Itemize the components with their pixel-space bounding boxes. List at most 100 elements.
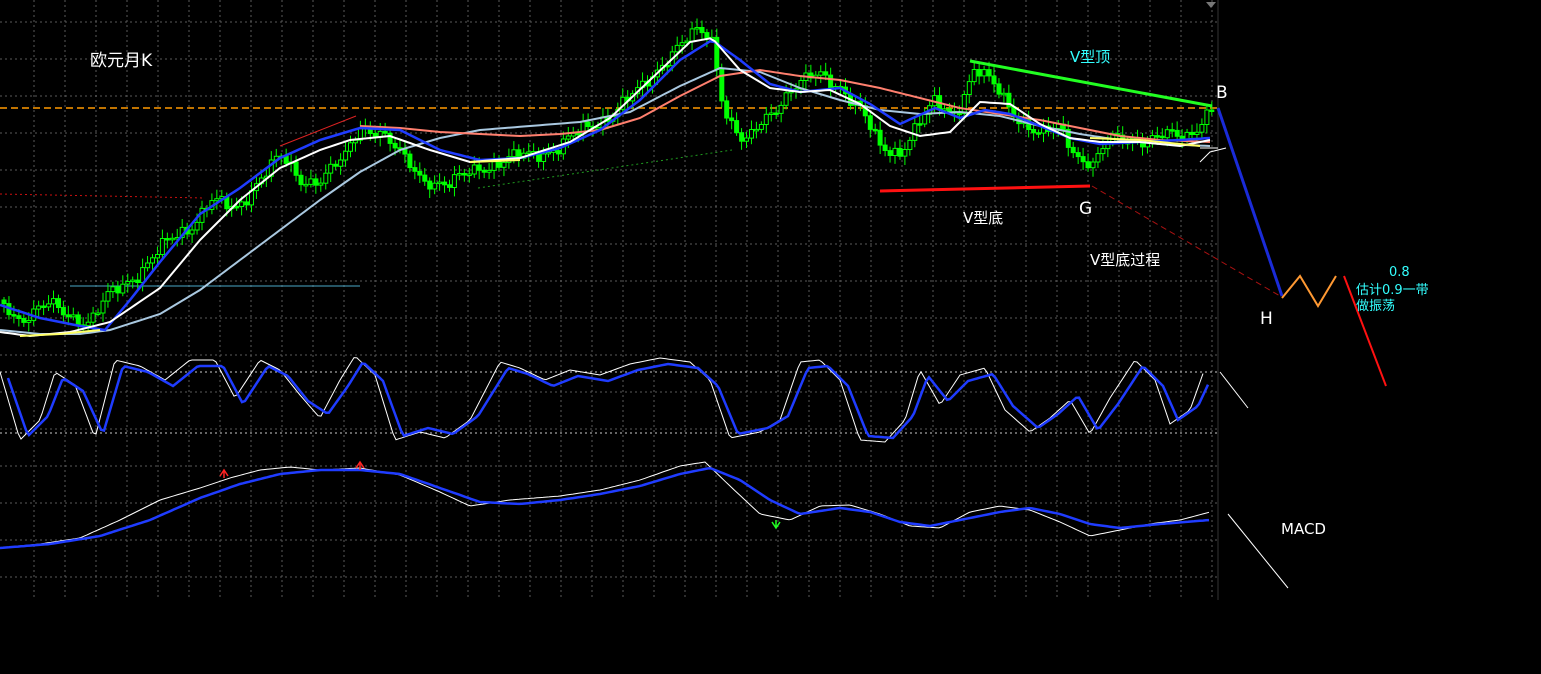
candle-body — [501, 161, 507, 168]
candle-body — [783, 92, 789, 106]
candle-body — [159, 238, 165, 255]
candle-body — [758, 124, 764, 130]
candle-body — [1, 299, 7, 305]
candle-body — [956, 112, 962, 116]
candle-body — [679, 42, 685, 46]
candle-body — [719, 68, 725, 102]
candle-body — [70, 314, 76, 318]
candle-body — [150, 257, 155, 264]
candle-body — [1199, 124, 1205, 133]
candle-body — [1169, 129, 1175, 132]
candle-body — [724, 100, 730, 119]
candle-body — [481, 169, 487, 173]
candle-body — [1080, 156, 1086, 163]
candle-body — [308, 178, 314, 185]
candle-body — [130, 279, 136, 283]
candle-body — [877, 129, 883, 146]
point-b-label: B — [1216, 83, 1228, 103]
candle-body — [85, 321, 91, 327]
candle-body — [1090, 161, 1096, 169]
candle-body — [546, 151, 551, 155]
candle-body — [1075, 152, 1081, 158]
chart-area: 欧元月K V型顶 B V型底 G V型底过程 H 0.8 估计0.9一带 做振荡… — [0, 0, 1541, 670]
candle-body — [555, 150, 561, 155]
candle-body — [313, 178, 319, 186]
candle-body — [595, 127, 601, 130]
candle-body — [194, 221, 200, 231]
point-h-label: H — [1260, 309, 1273, 329]
candle-body — [105, 291, 111, 302]
candle-body — [155, 254, 160, 259]
candle-body — [491, 161, 497, 171]
candle-body — [1036, 132, 1041, 135]
candle-body — [451, 174, 457, 189]
candle-body — [694, 27, 700, 30]
candle-body — [744, 137, 749, 142]
candle-body — [986, 69, 992, 77]
candle-body — [907, 139, 913, 150]
candle-body — [486, 169, 492, 173]
v-bottom-label: V型底 — [963, 209, 1003, 227]
candle-body — [476, 164, 482, 171]
candle-body — [734, 120, 740, 134]
candle-body — [565, 135, 571, 140]
candle-body — [447, 184, 452, 188]
candle-body — [333, 163, 339, 167]
candle-body — [125, 281, 131, 285]
candle-body — [100, 300, 106, 314]
candle-body — [1100, 148, 1106, 155]
candle-body — [902, 149, 908, 157]
candle-body — [887, 150, 893, 157]
candle-body — [971, 69, 977, 83]
candle-body — [976, 69, 982, 77]
candle-body — [466, 173, 472, 176]
candle-body — [674, 44, 680, 53]
candle-body — [343, 150, 349, 161]
candle-body — [947, 108, 952, 112]
macd-label: MACD — [1281, 520, 1326, 538]
candle-body — [1095, 153, 1101, 163]
candle-body — [318, 182, 324, 186]
candle-body — [585, 121, 591, 127]
candle-body — [739, 132, 745, 142]
candle-body — [323, 172, 329, 184]
level-08-label: 0.8 — [1389, 265, 1410, 280]
candle-body — [773, 112, 779, 115]
candle-body — [763, 113, 769, 126]
candle-body — [471, 164, 477, 175]
candle-body — [16, 315, 22, 320]
candle-body — [110, 286, 116, 293]
estimate-label-line1: 估计0.9一带 — [1356, 283, 1429, 298]
candle-body — [145, 262, 151, 269]
candle-body — [753, 128, 759, 132]
candle-body — [456, 173, 462, 176]
candle-body — [387, 132, 393, 144]
candle-body — [496, 161, 502, 168]
candle-body — [214, 198, 220, 202]
candle-body — [917, 123, 923, 126]
candle-body — [1204, 109, 1210, 125]
chart-title: 欧元月K — [90, 51, 153, 71]
candle-body — [95, 312, 101, 315]
candle-body — [867, 115, 873, 130]
candle-body — [1070, 146, 1076, 154]
candle-body — [818, 71, 824, 76]
candle-body — [56, 298, 61, 309]
candle-body — [437, 181, 443, 185]
candle-body — [382, 130, 388, 134]
candle-body — [541, 153, 547, 162]
candle-body — [966, 81, 972, 95]
candle-body — [1174, 129, 1180, 137]
candle-body — [996, 83, 1002, 95]
candle-body — [60, 307, 66, 316]
chart-background — [0, 0, 1541, 670]
candle-body — [729, 117, 735, 122]
candle-body — [412, 167, 418, 172]
candle-body — [293, 161, 299, 176]
candle-body — [1189, 131, 1195, 135]
candle-body — [778, 104, 784, 114]
candle-body — [828, 74, 834, 89]
candle-body — [164, 238, 170, 241]
candle-body — [1194, 131, 1200, 135]
candle-body — [1159, 135, 1165, 139]
